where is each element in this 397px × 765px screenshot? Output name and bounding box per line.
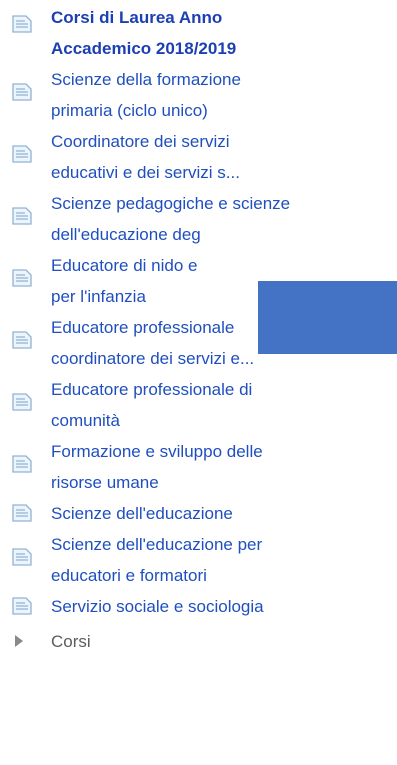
document-icon [12, 145, 32, 163]
tree-item-scienze-formazione-primaria[interactable]: Scienze della formazione primaria (ciclo… [0, 64, 397, 126]
tree-item-label[interactable]: Scienze della formazione [51, 64, 396, 95]
tree-item-coordinatore-servizi-educativi[interactable]: Coordinatore dei servizi educativi e dei… [0, 126, 397, 188]
tree-item-formazione-sviluppo-risorse-umane[interactable]: Formazione e sviluppo delle risorse uman… [0, 436, 397, 498]
document-icon [12, 504, 32, 522]
tree-item-label[interactable]: risorse umane [51, 467, 396, 498]
tree-item-header[interactable]: Corsi di Laurea Anno Accademico 2018/201… [0, 2, 397, 64]
document-icon [12, 269, 32, 287]
tree-node-corsi[interactable]: Corsi [0, 627, 397, 658]
tree-item-label[interactable]: primaria (ciclo unico) [51, 95, 396, 126]
tree-item-label[interactable]: Scienze dell'educazione [51, 498, 396, 529]
document-icon [12, 393, 32, 411]
tree-item-label[interactable]: Servizio sociale e sociologia [51, 591, 396, 622]
tree-item-label[interactable]: educatori e formatori [51, 560, 396, 591]
tree-item-label[interactable]: Educatore di nido e [51, 250, 396, 281]
redaction-overlay [258, 281, 397, 354]
tree-item-header-label-line2[interactable]: Accademico 2018/2019 [51, 33, 396, 64]
tree-item-label[interactable]: comunità [51, 405, 396, 436]
tree-item-label[interactable]: dell'educazione deg [51, 219, 396, 250]
tree-item-scienze-educazione-educatori-formatori[interactable]: Scienze dell'educazione per educatori e … [0, 529, 397, 591]
tree-item-label[interactable]: Coordinatore dei servizi [51, 126, 396, 157]
course-navigation-tree: Corsi di Laurea Anno Accademico 2018/201… [0, 0, 397, 765]
tree-item-label[interactable]: educativi e dei servizi s... [51, 157, 396, 188]
tree-item-servizio-sociale-sociologia[interactable]: Servizio sociale e sociologia [0, 591, 397, 622]
tree-item-scienze-pedagogiche[interactable]: Scienze pedagogiche e scienze dell'educa… [0, 188, 397, 250]
document-icon [12, 597, 32, 615]
tree-node-corsi-label[interactable]: Corsi [51, 626, 396, 657]
document-icon [12, 548, 32, 566]
document-icon [12, 207, 32, 225]
tree-item-header-label-line1[interactable]: Corsi di Laurea Anno [51, 2, 396, 33]
tree-item-label[interactable]: Formazione e sviluppo delle [51, 436, 396, 467]
document-icon [12, 15, 32, 33]
triangle-right-icon[interactable] [15, 635, 23, 647]
tree-item-educatore-professionale-comunita[interactable]: Educatore professionale di comunità [0, 374, 397, 436]
tree-item-label[interactable]: Scienze dell'educazione per [51, 529, 396, 560]
document-icon [12, 455, 32, 473]
tree-item-scienze-educazione[interactable]: Scienze dell'educazione [0, 498, 397, 529]
document-icon [12, 331, 32, 349]
document-icon [12, 83, 32, 101]
tree-item-label[interactable]: Educatore professionale di [51, 374, 396, 405]
tree-item-label[interactable]: Scienze pedagogiche e scienze [51, 188, 396, 219]
